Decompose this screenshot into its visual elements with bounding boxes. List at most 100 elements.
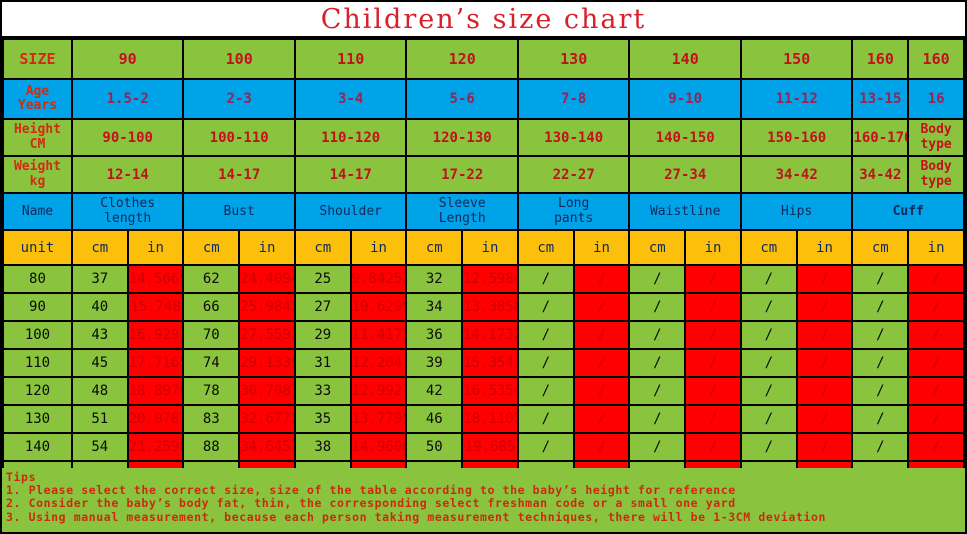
table-row: 120 48 18.8976 78 30.7087 33 12.9921 42 16.5354/… — [4, 378, 963, 404]
cell-r2-c1: 16.9291 — [128, 322, 183, 348]
cell-r1-c10: / — [630, 294, 685, 320]
cell-measure-1: Bust — [184, 194, 294, 229]
cell-age-0: 1.5-2 — [72, 80, 183, 118]
tips-line-1: 1. Please select the correct size, size … — [6, 483, 736, 497]
cell-weight-3: 17-22 — [407, 157, 517, 192]
cell-r6-c12: / — [741, 434, 796, 460]
cell-row-size-5: 130 — [4, 406, 71, 432]
cell-weight-0: 12-14 — [72, 157, 183, 192]
height-label-line2: CM — [29, 136, 46, 152]
cell-r6-c3: 34.6457 — [240, 434, 294, 460]
cell-measure-3: Sleeve Length — [407, 194, 517, 229]
cell-r6-c6: 50 — [407, 434, 462, 460]
cell-age-8: 16 — [909, 80, 963, 118]
measure-3-line1: Sleeve — [438, 196, 486, 212]
cell-r4-c6: 42 — [407, 378, 462, 404]
measure-0-line2: length — [104, 210, 152, 226]
cell-r5-c8: / — [518, 406, 573, 432]
cell-r5-c4: 35 — [295, 406, 350, 432]
cell-r6-c14: / — [853, 434, 908, 460]
cell-r1-c6: 34 — [407, 294, 462, 320]
row-weight: Weight kg 12-14 14-17 14-17 17-22 22-27 … — [4, 157, 963, 192]
cell-unit-0: cm — [72, 231, 127, 264]
age-label-line2: Years — [17, 98, 58, 113]
cell-r4-c3: 30.7087 — [240, 378, 294, 404]
cell-r5-c6: 46 — [407, 406, 462, 432]
table-row: 100 43 16.9291 70 27.5591 29 11.4173 36 14.1732/… — [4, 322, 963, 348]
title-bar: Children’s size chart — [2, 2, 965, 36]
cell-r3-c10: / — [630, 350, 685, 376]
size-chart-table: SIZE 90 100 110 120 130 140 150 160 160 … — [2, 38, 965, 490]
cell-age-5: 9-10 — [630, 80, 740, 118]
cell-size-4: 130 — [518, 40, 629, 78]
cell-age-label: Age Years — [4, 80, 71, 118]
table-row: 110 45 17.7165 74 29.1339 31 12.2047 39 15.3543/… — [4, 350, 963, 376]
cell-r2-c12: / — [741, 322, 796, 348]
cell-r1-c14: / — [853, 294, 908, 320]
cell-r6-c15: / — [909, 434, 963, 460]
cell-r5-c13: / — [797, 406, 852, 432]
cell-r6-c9: / — [574, 434, 629, 460]
measure-4-line1: Long — [558, 196, 590, 212]
cell-r5-c10: / — [630, 406, 685, 432]
cell-weight-7: 34-42 — [853, 157, 908, 192]
height-label-line1: Height — [13, 122, 61, 138]
cell-r1-c9: / — [574, 294, 629, 320]
cell-age-1: 2-3 — [184, 80, 294, 118]
cell-r6-c4: 38 — [295, 434, 350, 460]
cell-measure-2: Shoulder — [295, 194, 406, 229]
cell-age-2: 3-4 — [295, 80, 406, 118]
cell-r4-c9: / — [574, 378, 629, 404]
cell-r0-c10: / — [630, 266, 685, 292]
cell-r0-c1: 14.5669 — [128, 266, 183, 292]
cell-r3-c9: / — [574, 350, 629, 376]
cell-r5-c5: 13.7795 — [351, 406, 406, 432]
cell-measure-0: Clothes length — [72, 194, 183, 229]
cell-age-7: 13-15 — [853, 80, 908, 118]
cell-r6-c8: / — [518, 434, 573, 460]
cell-r0-c15: / — [909, 266, 963, 292]
cell-unit-3: in — [240, 231, 294, 264]
cell-weight-4: 22-27 — [518, 157, 629, 192]
cell-unit-4: cm — [295, 231, 350, 264]
cell-unit-13: in — [797, 231, 852, 264]
cell-r4-c15: / — [909, 378, 963, 404]
cell-r6-c10: / — [630, 434, 685, 460]
measure-0-line1: Clothes — [100, 196, 156, 212]
cell-size-2: 110 — [295, 40, 406, 78]
cell-r2-c0: 43 — [72, 322, 127, 348]
cell-height-4: 130-140 — [518, 120, 629, 155]
cell-r4-c7: 16.5354 — [463, 378, 517, 404]
row-size: SIZE 90 100 110 120 130 140 150 160 160 — [4, 40, 963, 78]
cell-r3-c4: 31 — [295, 350, 350, 376]
cell-r4-c1: 18.8976 — [128, 378, 183, 404]
cell-size-label: SIZE — [4, 40, 71, 78]
cell-measure-7: Cuff — [853, 194, 963, 229]
height-bodytype-line1: Body — [920, 122, 952, 138]
tips-panel: Tips 1. Please select the correct size, … — [2, 468, 965, 532]
cell-unit-10: cm — [630, 231, 685, 264]
cell-size-0: 90 — [72, 40, 183, 78]
cell-measure-4: Long pants — [518, 194, 629, 229]
cell-row-size-2: 100 — [4, 322, 71, 348]
age-label-line1: Age — [25, 83, 50, 99]
cell-r1-c8: / — [518, 294, 573, 320]
cell-age-4: 7-8 — [518, 80, 629, 118]
cell-unit-11: in — [686, 231, 740, 264]
cell-r3-c1: 17.7165 — [128, 350, 183, 376]
table-row: 130 51 20.0787 83 32.6772 35 13.7795 46 18.1102/… — [4, 406, 963, 432]
cell-r1-c13: / — [797, 294, 852, 320]
cell-r0-c0: 37 — [72, 266, 127, 292]
cell-height-0: 90-100 — [72, 120, 183, 155]
measure-4-line2: pants — [554, 210, 594, 226]
cell-r0-c13: / — [797, 266, 852, 292]
measure-3-line2: Length — [438, 210, 486, 226]
cell-r2-c14: / — [853, 322, 908, 348]
cell-unit-9: in — [574, 231, 629, 264]
cell-r2-c3: 27.5591 — [240, 322, 294, 348]
cell-r3-c3: 29.1339 — [240, 350, 294, 376]
cell-r2-c8: / — [518, 322, 573, 348]
cell-r5-c1: 20.0787 — [128, 406, 183, 432]
cell-height-2: 110-120 — [295, 120, 406, 155]
cell-weight-1: 14-17 — [184, 157, 294, 192]
